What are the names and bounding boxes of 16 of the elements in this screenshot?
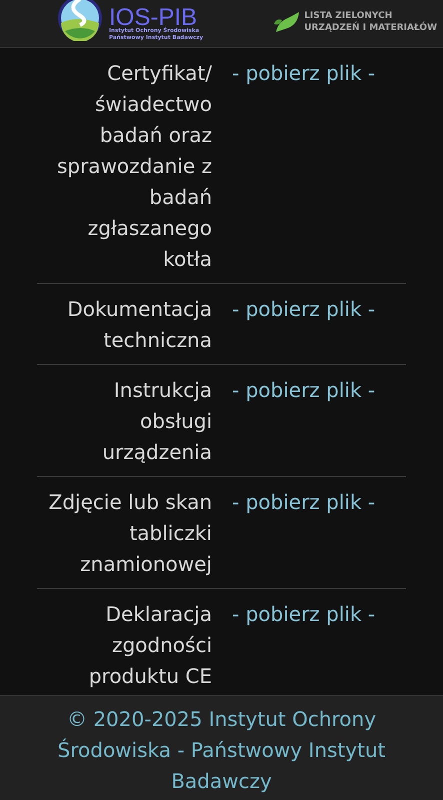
download-link[interactable]: - pobierz plik - bbox=[232, 58, 376, 89]
list-title: LISTA ZIELONYCH bbox=[304, 10, 394, 22]
document-label: Zdjęcie lub skan tabliczki znamionowej bbox=[48, 489, 212, 578]
leaf-icon bbox=[272, 10, 300, 34]
list-title: URZĄDZEŃ I MATERIAŁÓW bbox=[304, 22, 437, 34]
download-link[interactable]: - pobierz plik - bbox=[232, 294, 376, 325]
document-label: Instrukcja obsługi urządzenia bbox=[101, 377, 212, 466]
logo-title: IOS-PIB bbox=[109, 8, 198, 28]
download-link[interactable]: - pobierz plik - bbox=[232, 599, 376, 630]
document-label: Certyfikat/ świadectwo badań oraz sprawozdanie z badań zgłaszanego kotła bbox=[56, 60, 212, 273]
copyright-text: © 2020-2025 Instytut Ochrony Środowiska - Państwowy Instytut Badawczy bbox=[56, 706, 386, 795]
download-link[interactable]: - pobierz plik - bbox=[232, 487, 376, 518]
logo-icon bbox=[57, 0, 103, 41]
document-label: Dokumentacja techniczna bbox=[66, 296, 212, 354]
download-link[interactable]: - pobierz plik - bbox=[232, 375, 376, 406]
document-label: Deklaracja zgodności produktu CE bbox=[88, 601, 212, 690]
